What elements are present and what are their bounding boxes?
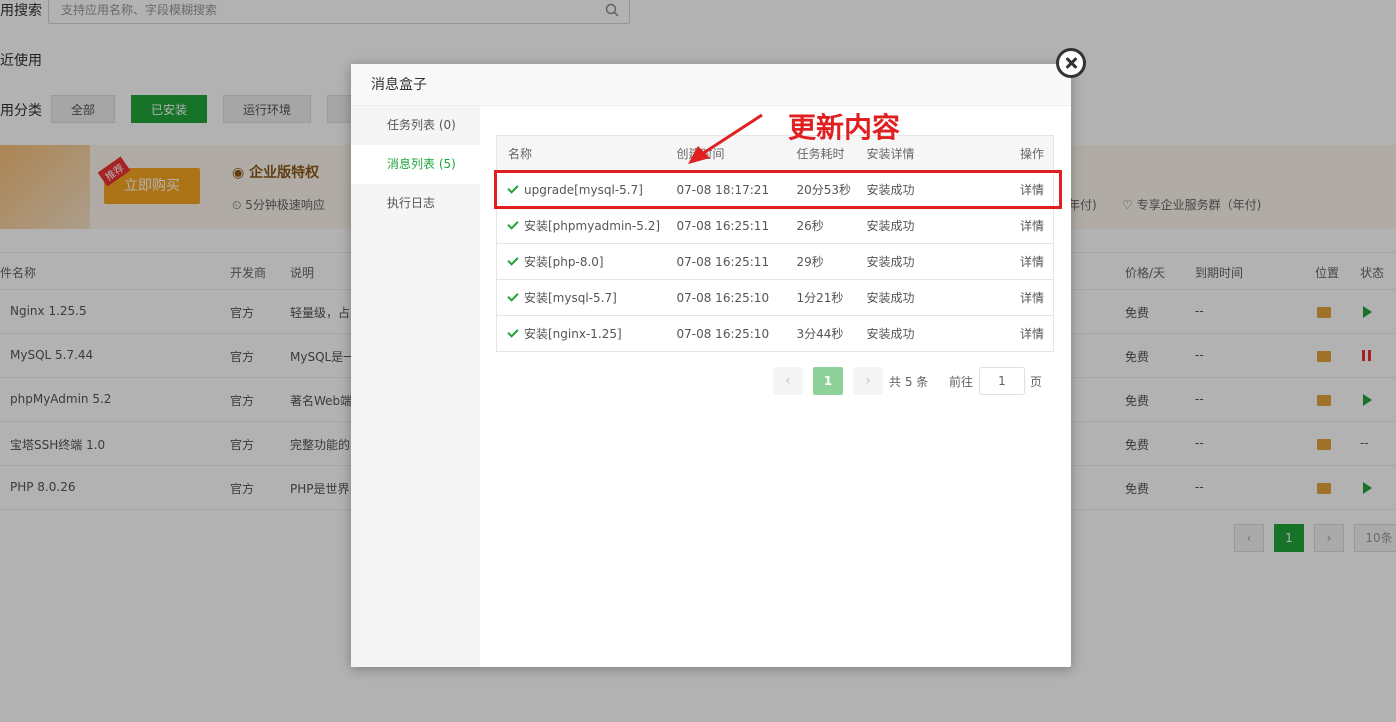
check-icon: [507, 218, 519, 230]
goto-unit: 页: [1030, 375, 1043, 389]
next-page-button[interactable]: ›: [853, 367, 883, 395]
task-name-cell: 安装[phpmyadmin-5.2]: [496, 207, 666, 244]
close-icon[interactable]: [1056, 48, 1086, 78]
table-row: 安装[mysql-5.7] 07-08 16:25:10 1分21秒 安装成功 …: [496, 279, 1054, 316]
detail-link[interactable]: 详情: [968, 243, 1054, 280]
detail-link[interactable]: 详情: [968, 315, 1054, 352]
dialog-sidebar: 任务列表 (0) 消息列表 (5) 执行日志: [351, 106, 480, 667]
task-name-cell: 安装[nginx-1.25]: [496, 315, 666, 352]
task-time: 07-08 16:25:10: [665, 315, 786, 352]
goto-page-input[interactable]: 1: [979, 367, 1025, 395]
task-duration: 26秒: [785, 207, 856, 244]
col-action: 操作: [968, 135, 1054, 172]
task-name-cell: 安装[mysql-5.7]: [496, 279, 666, 316]
message-table: 名称 创建时间 任务耗时 安装详情 操作 upgrade[mysql-5.7] …: [496, 135, 1054, 352]
task-duration: 3分44秒: [785, 315, 856, 352]
task-time: 07-08 16:25:11: [665, 243, 786, 280]
dialog-title: 消息盒子: [351, 64, 1071, 106]
task-time: 07-08 16:25:11: [665, 207, 786, 244]
goto-label: 前往: [949, 375, 974, 389]
task-status: 安装成功: [855, 207, 969, 244]
annotation-label: 更新内容: [788, 111, 901, 144]
prev-page-button[interactable]: ‹: [773, 367, 803, 395]
detail-link[interactable]: 详情: [968, 279, 1054, 316]
check-icon: [507, 254, 519, 266]
detail-link[interactable]: 详情: [968, 207, 1054, 244]
check-icon: [507, 326, 519, 338]
task-name: 安装[mysql-5.7]: [524, 291, 617, 305]
message-table-header: 名称 创建时间 任务耗时 安装详情 操作: [496, 135, 1054, 172]
task-status: 安装成功: [855, 279, 969, 316]
task-status: 安装成功: [855, 243, 969, 280]
col-name: 名称: [496, 135, 666, 172]
annotation-arrow-icon: [688, 113, 763, 164]
task-name: 安装[php-8.0]: [524, 255, 604, 269]
task-name: 安装[phpmyadmin-5.2]: [524, 219, 661, 233]
current-page-button[interactable]: 1: [813, 367, 843, 395]
sidebar-item-exec-log[interactable]: 执行日志: [351, 184, 480, 223]
sidebar-item-task-list[interactable]: 任务列表 (0): [351, 106, 480, 145]
message-pagination: ‹ 1 › 共 5 条 前往 1 页: [773, 367, 1073, 397]
message-list-panel: 名称 创建时间 任务耗时 安装详情 操作 upgrade[mysql-5.7] …: [496, 135, 1054, 352]
task-duration: 1分21秒: [785, 279, 856, 316]
sidebar-item-message-list[interactable]: 消息列表 (5): [351, 145, 480, 184]
table-row: 安装[nginx-1.25] 07-08 16:25:10 3分44秒 安装成功…: [496, 315, 1054, 352]
task-duration: 29秒: [785, 243, 856, 280]
total-count: 共 5 条: [889, 375, 929, 389]
task-name-cell: 安装[php-8.0]: [496, 243, 666, 280]
table-row: 安装[php-8.0] 07-08 16:25:11 29秒 安装成功 详情: [496, 243, 1054, 280]
table-row: 安装[phpmyadmin-5.2] 07-08 16:25:11 26秒 安装…: [496, 207, 1054, 244]
task-time: 07-08 16:25:10: [665, 279, 786, 316]
check-icon: [507, 290, 519, 302]
highlight-box: [494, 170, 1062, 209]
task-status: 安装成功: [855, 315, 969, 352]
task-name: 安装[nginx-1.25]: [524, 327, 622, 341]
